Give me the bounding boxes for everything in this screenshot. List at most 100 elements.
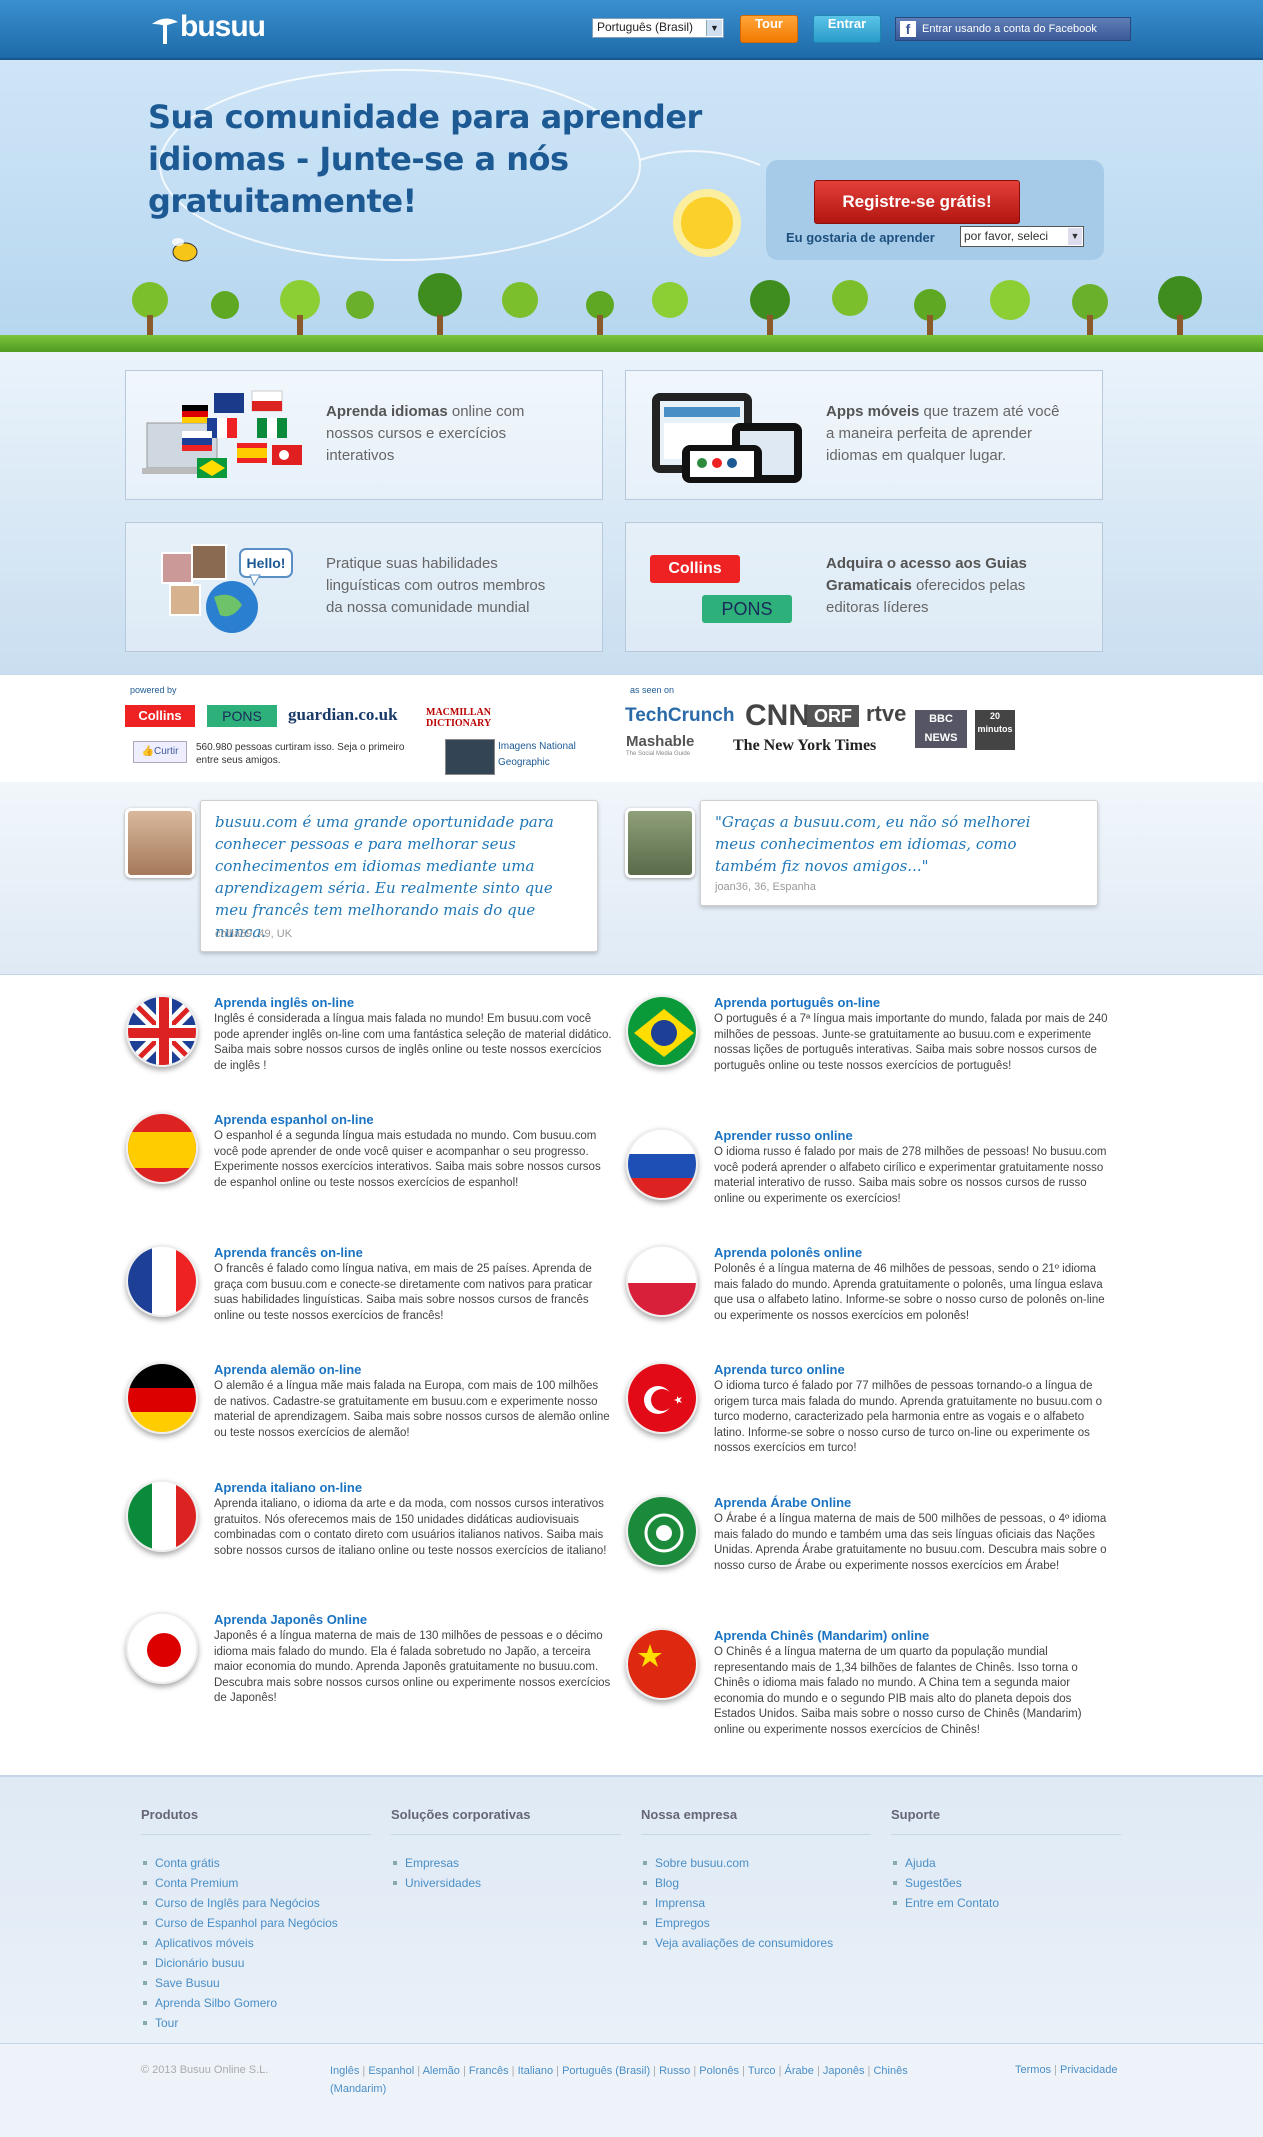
footer-language-link[interactable]: Italiano bbox=[518, 2065, 553, 2077]
lang-title[interactable]: Aprenda turco online bbox=[714, 1362, 845, 1377]
feature-grammar-guides[interactable]: Collins PONS Adquira o acesso aos Guias … bbox=[625, 522, 1103, 652]
20-minutos-logo: 20 minutos bbox=[975, 710, 1015, 750]
footer-link[interactable]: Curso de Inglês para Negócios bbox=[141, 1893, 371, 1913]
chevron-down-icon: ▼ bbox=[1068, 228, 1082, 245]
footer-link[interactable]: Aprenda Silbo Gomero bbox=[141, 1993, 371, 2013]
footer-column-title: Suporte bbox=[891, 1807, 1121, 1835]
footer-language-link[interactable]: Russo bbox=[659, 2065, 690, 2077]
footer-link[interactable]: Curso de Espanhol para Negócios bbox=[141, 1913, 371, 1933]
uk-flag-icon[interactable] bbox=[126, 995, 198, 1067]
feature-courses[interactable]: Aprenda idiomas online com nossos cursos… bbox=[125, 370, 603, 500]
footer-link[interactable]: Save Busuu bbox=[141, 1973, 371, 1993]
russia-flag-icon[interactable] bbox=[626, 1128, 698, 1200]
mobile-devices-icon bbox=[652, 393, 802, 483]
like-button[interactable]: 👍Curtir bbox=[133, 741, 187, 763]
brazil-flag-icon[interactable] bbox=[626, 995, 698, 1067]
footer-link[interactable]: Universidades bbox=[391, 1873, 621, 1893]
footer-link[interactable]: Empregos bbox=[641, 1913, 871, 1933]
lang-title[interactable]: Aprenda alemão on-line bbox=[214, 1362, 361, 1377]
footer-link[interactable]: Imprensa bbox=[641, 1893, 871, 1913]
lang-description: O português é a 7ª língua mais important… bbox=[714, 1013, 1108, 1072]
lang-description: O idioma turco é falado por 77 milhões d… bbox=[714, 1380, 1103, 1454]
lang-title[interactable]: Aprenda português on-line bbox=[714, 995, 880, 1010]
china-flag-icon[interactable] bbox=[626, 1628, 698, 1700]
lang-title[interactable]: Aprenda Chinês (Mandarim) online bbox=[714, 1628, 929, 1643]
laptop-flags-icon bbox=[142, 390, 302, 478]
language-select[interactable]: Português (Brasil) ▼ bbox=[592, 18, 724, 38]
footer: Produtos Conta grátis Conta Premium Curso … bbox=[0, 1775, 1263, 2045]
japan-flag-icon[interactable] bbox=[126, 1612, 198, 1684]
separator: | bbox=[414, 2065, 423, 2077]
footer-language-link[interactable]: Árabe bbox=[785, 2065, 814, 2077]
register-button[interactable]: Registre-se grátis! bbox=[814, 180, 1020, 224]
lang-title[interactable]: Aprenda polonês online bbox=[714, 1245, 862, 1260]
footer-link[interactable]: Aplicativos móveis bbox=[141, 1933, 371, 1953]
feature-text: Aprenda idiomas online com nossos cursos… bbox=[326, 403, 525, 464]
lang-title[interactable]: Aprender russo online bbox=[714, 1128, 853, 1143]
italy-flag-icon[interactable] bbox=[126, 1480, 198, 1552]
facebook-login-button[interactable]: f Entrar usando a conta do Facebook bbox=[895, 17, 1131, 41]
bbc-news-logo: BBC NEWS bbox=[915, 710, 967, 748]
spain-flag-icon[interactable] bbox=[126, 1112, 198, 1184]
natgeo-link[interactable]: Imagens National Geographic bbox=[498, 739, 598, 771]
separator: | bbox=[553, 2065, 563, 2077]
footer-language-link[interactable]: Português (Brasil) bbox=[562, 2065, 650, 2077]
separator: | bbox=[690, 2065, 700, 2077]
footer-language-link[interactable]: Francês bbox=[469, 2065, 509, 2077]
lang-description: O idioma russo é falado por mais de 278 … bbox=[714, 1146, 1107, 1205]
learn-language-select[interactable]: por favor, seleci ▼ bbox=[960, 226, 1084, 247]
community-globe-icon: Hello! bbox=[161, 544, 293, 633]
feature-community[interactable]: Hello! Pratique suas habilidades linguís… bbox=[125, 522, 603, 652]
lang-title[interactable]: Aprenda italiano on-line bbox=[214, 1480, 362, 1495]
partners-section: powered by Collins PONS guardian.co.uk M… bbox=[0, 674, 1263, 784]
testimonial-quote: "Graças a busuu.com, eu não só melhorei … bbox=[715, 813, 1031, 875]
footer-language-link[interactable]: Inglês bbox=[330, 2065, 359, 2077]
feature-text: Apps móveis que trazem até você a maneir… bbox=[826, 403, 1060, 464]
lang-title[interactable]: Aprenda Japonês Online bbox=[214, 1612, 367, 1627]
techcrunch-logo: TechCrunch bbox=[625, 705, 735, 726]
separator: | bbox=[359, 2065, 369, 2077]
busuu-logo[interactable]: busuu bbox=[148, 8, 278, 52]
lang-title[interactable]: Aprenda espanhol on-line bbox=[214, 1112, 374, 1127]
footer-language-link[interactable]: Japonês bbox=[823, 2065, 865, 2077]
lang-title[interactable]: Aprenda inglês on-line bbox=[214, 995, 354, 1010]
lang-title[interactable]: Aprenda Árabe Online bbox=[714, 1495, 851, 1510]
login-button[interactable]: Entrar bbox=[813, 15, 881, 43]
footer-language-link[interactable]: Alemão bbox=[423, 2065, 460, 2077]
like-count-text: 560.980 pessoas curtiram isso. Seja o pr… bbox=[196, 742, 405, 766]
legal-links: Termos | Privacidade bbox=[1015, 2064, 1118, 2076]
france-flag-icon[interactable] bbox=[126, 1245, 198, 1317]
feature-mobile-apps[interactable]: Apps móveis que trazem até você a maneir… bbox=[625, 370, 1103, 500]
footer-link[interactable]: Veja avaliações de consumidores bbox=[641, 1933, 871, 1953]
footer-link[interactable]: Ajuda bbox=[891, 1853, 1121, 1873]
bottom-bar: © 2013 Busuu Online S.L. Inglês | Espanh… bbox=[0, 2043, 1263, 2137]
testimonial-quote: busuu.com é uma grande oportunidade para… bbox=[215, 813, 554, 941]
footer-column-corporate: Soluções corporativas Empresas Universida… bbox=[391, 1807, 621, 1893]
footer-link[interactable]: Tour bbox=[141, 2013, 371, 2033]
lang-title[interactable]: Aprenda francês on-line bbox=[214, 1245, 363, 1260]
terms-link[interactable]: Termos bbox=[1015, 2064, 1051, 2076]
top-bar: busuu Português (Brasil) ▼ Tour Entrar f… bbox=[0, 0, 1263, 60]
footer-language-link[interactable]: Turco bbox=[748, 2065, 776, 2077]
footer-link[interactable]: Blog bbox=[641, 1873, 871, 1893]
footer-link[interactable]: Sugestões bbox=[891, 1873, 1121, 1893]
footer-link[interactable]: Conta grátis bbox=[141, 1853, 371, 1873]
footer-link[interactable]: Entre em Contato bbox=[891, 1893, 1121, 1913]
footer-language-link[interactable]: Polonês bbox=[699, 2065, 739, 2077]
macmillan-logo: MACMILLAN DICTIONARY bbox=[426, 707, 492, 729]
natgeo-thumbnail[interactable] bbox=[445, 739, 495, 775]
arab-league-flag-icon[interactable] bbox=[626, 1495, 698, 1567]
germany-flag-icon[interactable] bbox=[126, 1362, 198, 1434]
rtve-logo: rtve bbox=[866, 701, 907, 726]
poland-flag-icon[interactable] bbox=[626, 1245, 698, 1317]
footer-column-title: Soluções corporativas bbox=[391, 1807, 621, 1835]
turkey-flag-icon[interactable] bbox=[626, 1362, 698, 1434]
privacy-link[interactable]: Privacidade bbox=[1060, 2064, 1117, 2076]
tour-button[interactable]: Tour bbox=[740, 15, 798, 43]
lang-description: Inglês é considerada a língua mais falad… bbox=[214, 1013, 612, 1072]
footer-link[interactable]: Conta Premium bbox=[141, 1873, 371, 1893]
footer-link[interactable]: Dicionário busuu bbox=[141, 1953, 371, 1973]
footer-link[interactable]: Sobre busuu.com bbox=[641, 1853, 871, 1873]
footer-language-link[interactable]: Espanhol bbox=[368, 2065, 414, 2077]
footer-link[interactable]: Empresas bbox=[391, 1853, 621, 1873]
